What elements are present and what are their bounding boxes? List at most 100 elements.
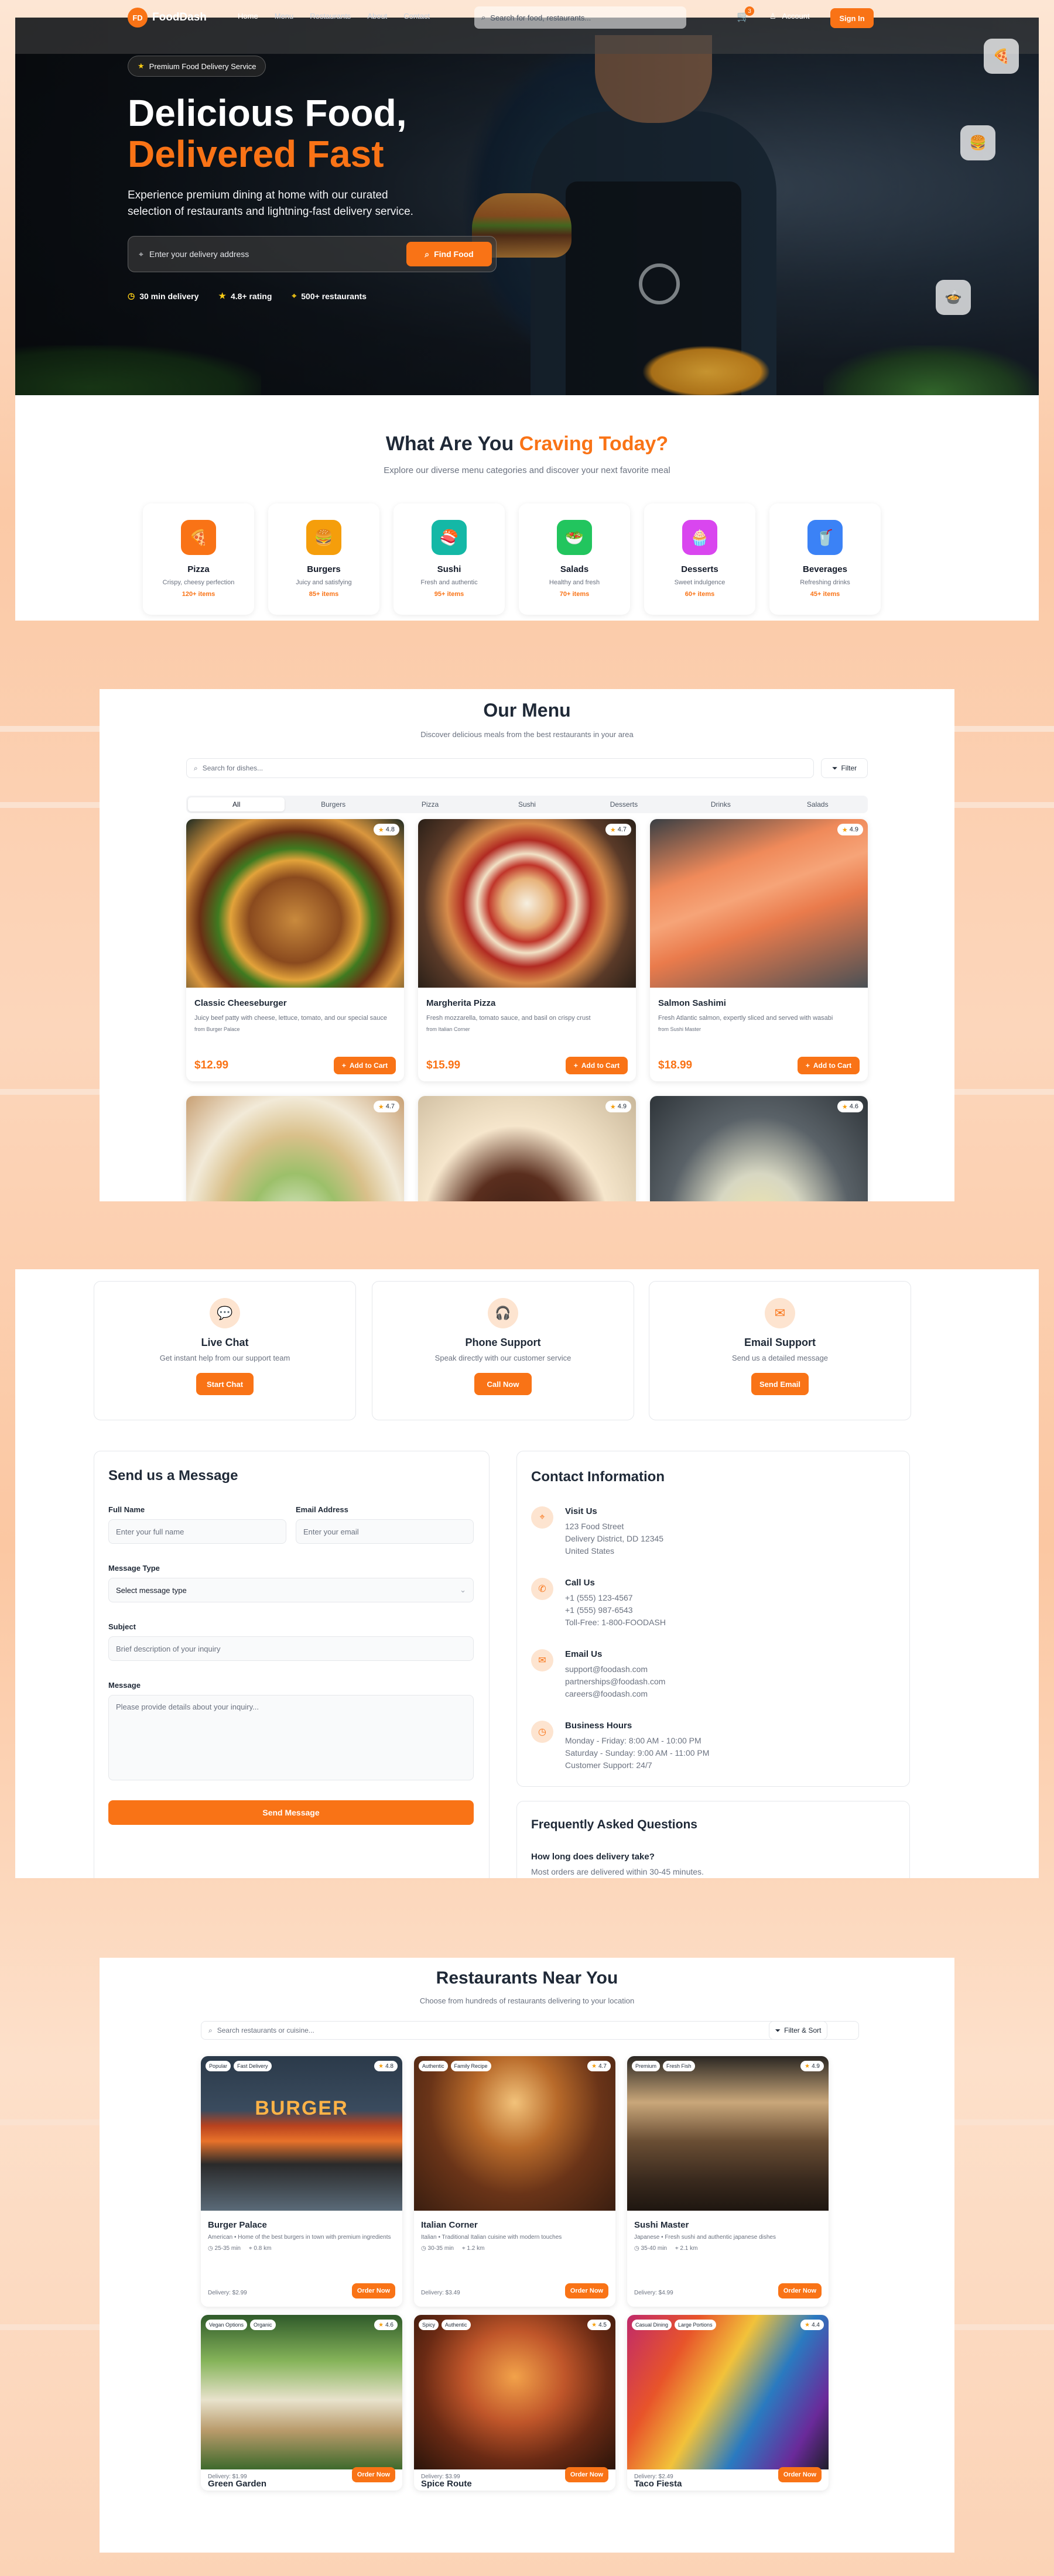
category-count: 60+ items bbox=[685, 591, 715, 598]
order-now-button[interactable]: Order Now bbox=[352, 2467, 395, 2482]
star-icon: ★ bbox=[805, 2063, 810, 2070]
dish-image: ★ 4.9 bbox=[418, 1096, 636, 1201]
dish-card[interactable]: ★ 4.7 Margherita Pizza Fresh mozzarella, to… bbox=[418, 819, 636, 1081]
full-name-field[interactable]: Enter your full name bbox=[108, 1519, 286, 1544]
visit-line: Delivery District, DD 12345 bbox=[565, 1534, 664, 1543]
nav-link-restaurants[interactable]: Restaurants bbox=[310, 12, 351, 20]
category-card-salads[interactable]: 🥗 Salads Healthy and fresh 70+ items bbox=[519, 503, 630, 615]
plus-icon: + bbox=[573, 1061, 578, 1070]
message-textarea[interactable]: Please provide details about your inquir… bbox=[108, 1695, 474, 1780]
delivery-time: ◷ 35-40 min bbox=[634, 2245, 667, 2252]
subject-field[interactable]: Brief description of your inquiry bbox=[108, 1636, 474, 1661]
categories-section: What Are You Craving Today? Explore our … bbox=[15, 395, 1039, 621]
add-to-cart-button[interactable]: + Add to Cart bbox=[566, 1057, 628, 1074]
delivery-time-value: 35-40 min bbox=[641, 2245, 667, 2252]
send-message-button[interactable]: Send Message bbox=[108, 1800, 474, 1825]
sign-in-button[interactable]: Sign In bbox=[830, 8, 874, 28]
find-food-button[interactable]: ⌕ Find Food bbox=[406, 242, 492, 266]
restaurant-name: Burger Palace bbox=[208, 2220, 267, 2230]
dish-card[interactable]: ★ 4.7 bbox=[186, 1096, 404, 1201]
restaurants-title: Restaurants Near You bbox=[436, 1968, 618, 1988]
menu-tab-salads[interactable]: Salads bbox=[769, 797, 866, 811]
dish-card[interactable]: ★ 4.8 Classic Cheeseburger Juicy beef patty… bbox=[186, 819, 404, 1081]
menu-tab-burgers[interactable]: Burgers bbox=[285, 797, 381, 811]
order-now-button[interactable]: Order Now bbox=[778, 2283, 822, 2298]
dish-restaurant: from Burger Palace bbox=[194, 1026, 240, 1033]
email-label: Email Address bbox=[296, 1505, 348, 1514]
restaurant-card[interactable]: Casual Dining Large Portions ★ 4.4 Taco Fies… bbox=[627, 2315, 829, 2491]
restaurant-rating-badge: ★ 4.8 bbox=[374, 2061, 398, 2071]
dessert-icon: 🧁 bbox=[682, 520, 717, 555]
filter-sort-button[interactable]: ⏷ Filter & Sort bbox=[769, 2021, 827, 2040]
nav-link-about[interactable]: About bbox=[367, 12, 387, 20]
phone-number[interactable]: +1 (555) 987-6543 bbox=[565, 1605, 633, 1615]
dish-card[interactable]: ★ 4.6 bbox=[650, 1096, 868, 1201]
phone-number[interactable]: Toll-Free: 1-800-FOODASH bbox=[565, 1618, 666, 1627]
restaurant-desc: American • Home of the best burgers in t… bbox=[208, 2234, 391, 2241]
star-icon: ★ bbox=[218, 291, 226, 300]
full-name-label: Full Name bbox=[108, 1505, 145, 1514]
menu-search-input[interactable]: ⌕ Search for dishes... bbox=[186, 758, 814, 778]
category-name: Sushi bbox=[437, 564, 461, 574]
restaurant-rating-badge: ★ 4.9 bbox=[800, 2061, 824, 2071]
restaurant-card[interactable]: BURGER Popular Fast Delivery ★ 4.8 Burger Pal… bbox=[201, 2056, 402, 2307]
location-pin-icon: ⌖ bbox=[531, 1506, 553, 1529]
restaurant-tag: Authentic bbox=[419, 2061, 448, 2071]
floating-pizza-icon: 🍕 bbox=[984, 39, 1019, 74]
order-now-button[interactable]: Order Now bbox=[565, 2283, 608, 2298]
dish-rating: 4.6 bbox=[849, 1103, 858, 1110]
menu-tab-sushi[interactable]: Sushi bbox=[478, 797, 575, 811]
category-desc: Juicy and satisfying bbox=[296, 579, 352, 586]
menu-tab-pizza[interactable]: Pizza bbox=[382, 797, 478, 811]
star-icon: ★ bbox=[591, 2321, 597, 2328]
nav-link-menu[interactable]: Menu bbox=[275, 12, 294, 20]
email-address[interactable]: careers@foodash.com bbox=[565, 1689, 648, 1698]
support-action-button[interactable]: Call Now bbox=[474, 1373, 532, 1395]
dish-desc: Fresh Atlantic salmon, expertly sliced a… bbox=[658, 1015, 833, 1022]
delivery-fee: Delivery: $3.99 bbox=[421, 2474, 460, 2480]
email-address[interactable]: support@foodash.com bbox=[565, 1664, 648, 1674]
order-now-button[interactable]: Order Now bbox=[778, 2467, 822, 2482]
restaurant-search-input[interactable]: ⌕ Search restaurants or cuisine... bbox=[201, 2021, 859, 2040]
message-type-select[interactable]: Select message type ⌄ bbox=[108, 1578, 474, 1602]
hero-subtitle: Experience premium dining at home with o… bbox=[128, 189, 413, 218]
category-card-pizza[interactable]: 🍕 Pizza Crispy, cheesy perfection 120+ item… bbox=[143, 503, 254, 615]
dish-price: $12.99 bbox=[194, 1059, 229, 1071]
add-to-cart-button[interactable]: + Add to Cart bbox=[334, 1057, 396, 1074]
nav-link-home[interactable]: Home bbox=[238, 12, 258, 20]
menu-tab-drinks[interactable]: Drinks bbox=[672, 797, 769, 811]
nav-link-contact[interactable]: Contact bbox=[403, 12, 430, 20]
category-count: 70+ items bbox=[559, 591, 590, 598]
category-card-desserts[interactable]: 🧁 Desserts Sweet indulgence 60+ items bbox=[644, 503, 755, 615]
category-card-beverages[interactable]: 🥤 Beverages Refreshing drinks 45+ items bbox=[769, 503, 881, 615]
call-us-title: Call Us bbox=[565, 1578, 595, 1588]
order-now-button[interactable]: Order Now bbox=[352, 2283, 395, 2298]
faq-question[interactable]: How long does delivery take? bbox=[531, 1852, 655, 1862]
support-action-button[interactable]: Start Chat bbox=[196, 1373, 254, 1395]
star-icon: ★ bbox=[591, 2063, 597, 2070]
category-card-burgers[interactable]: 🍔 Burgers Juicy and satisfying 85+ items bbox=[268, 503, 379, 615]
phone-number[interactable]: +1 (555) 123-4567 bbox=[565, 1593, 633, 1602]
account-link[interactable]: ♙ Account bbox=[769, 12, 810, 21]
star-icon: ★ bbox=[610, 826, 616, 834]
menu-tab-all[interactable]: All bbox=[188, 797, 285, 811]
category-card-sushi[interactable]: 🍣 Sushi Fresh and authentic 95+ items bbox=[393, 503, 505, 615]
menu-tab-desserts[interactable]: Desserts bbox=[576, 797, 672, 811]
order-now-button[interactable]: Order Now bbox=[565, 2467, 608, 2482]
restaurant-card[interactable]: Authentic Family Recipe ★ 4.7 Italian Corner… bbox=[414, 2056, 615, 2307]
dish-card[interactable]: ★ 4.9 bbox=[418, 1096, 636, 1201]
restaurant-card[interactable]: Vegan OptionsOrganic★4.6Green GardenHeal… bbox=[201, 2315, 402, 2491]
add-to-cart-button[interactable]: + Add to Cart bbox=[798, 1057, 860, 1074]
support-action-button[interactable]: Send Email bbox=[751, 1373, 809, 1395]
restaurant-card[interactable]: Premium Fresh Fish ★ 4.9 Sushi Master Japanes… bbox=[627, 2056, 829, 2307]
dish-card[interactable]: ★ 4.9 Salmon Sashimi Fresh Atlantic salmon,… bbox=[650, 819, 868, 1081]
email-field[interactable]: Enter your email bbox=[296, 1519, 474, 1544]
support-card-email: ✉ Email Support Send us a detailed message… bbox=[649, 1281, 911, 1420]
email-address[interactable]: partnerships@foodash.com bbox=[565, 1677, 665, 1686]
menu-filter-button[interactable]: ⏷ Filter bbox=[821, 758, 868, 778]
restaurant-rating: 4.9 bbox=[812, 2063, 820, 2070]
nav-search-input[interactable]: ⌕ Search for food, restaurants... bbox=[474, 6, 686, 29]
restaurant-card[interactable]: SpicyAuthentic★4.5Spice RouteIndian • Au… bbox=[414, 2315, 615, 2491]
support-title: Email Support bbox=[744, 1337, 816, 1348]
brand-logo[interactable]: FD FoodDash bbox=[128, 8, 207, 28]
